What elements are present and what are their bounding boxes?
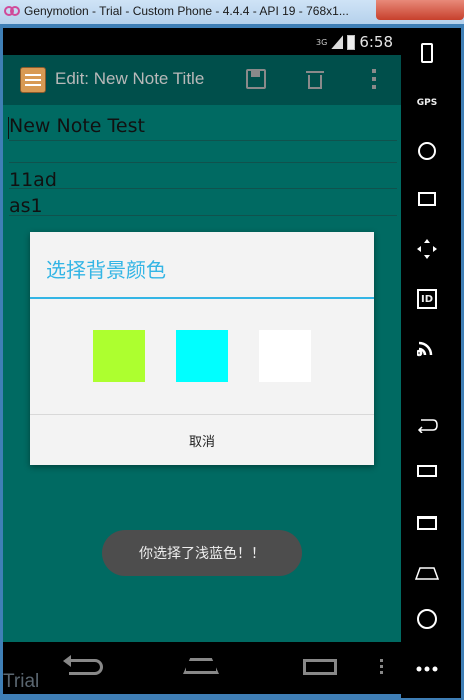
power-icon[interactable]: [415, 608, 439, 630]
overflow-menu-icon[interactable]: [371, 69, 377, 91]
action-bar-title: Edit: New Note Title: [55, 69, 205, 88]
battery-icon[interactable]: [415, 42, 439, 64]
dialog-title-divider: [30, 297, 374, 299]
cancel-button[interactable]: 取消: [30, 415, 374, 465]
save-icon[interactable]: [246, 69, 266, 89]
genymotion-logo-icon: [4, 6, 20, 16]
nav-back-icon[interactable]: [63, 655, 103, 675]
window-close-button[interactable]: [376, 0, 464, 20]
recent-apps-icon[interactable]: [415, 460, 439, 482]
trial-watermark: Trial: [3, 671, 40, 692]
network-type: 3G: [316, 37, 328, 47]
battery-status-icon: [347, 34, 356, 50]
menu-icon[interactable]: [415, 512, 439, 534]
more-icon[interactable]: [415, 658, 439, 680]
gps-icon[interactable]: GPS: [415, 92, 439, 114]
id-icon[interactable]: ID: [415, 288, 439, 310]
nav-home-icon[interactable]: [183, 658, 219, 674]
color-swatch-cyan[interactable]: [176, 330, 228, 382]
signal-icon: [331, 35, 344, 49]
cast-icon[interactable]: [415, 336, 439, 358]
action-bar: Edit: New Note Title: [3, 55, 401, 105]
status-bar: 3G 6:58: [3, 28, 401, 55]
navigation-bar: [3, 642, 401, 694]
home-icon[interactable]: [415, 562, 439, 584]
delete-icon[interactable]: [306, 69, 324, 89]
dialog-title: 选择背景颜色: [46, 258, 166, 282]
ruled-line: [9, 188, 397, 189]
color-swatch-white[interactable]: [259, 330, 311, 382]
color-swatch-green-yellow[interactable]: [93, 330, 145, 382]
window-title-bar[interactable]: Genymotion - Trial - Custom Phone - 4.4.…: [0, 0, 464, 25]
color-picker-dialog: 选择背景颜色 取消: [30, 232, 374, 465]
camera-icon[interactable]: [415, 140, 439, 162]
ruled-line: [9, 215, 397, 216]
note-title-text[interactable]: New Note Test: [9, 115, 145, 137]
note-body-line[interactable]: as1: [9, 195, 43, 217]
back-icon[interactable]: [415, 414, 439, 436]
nav-menu-icon[interactable]: [380, 659, 384, 677]
dpad-icon[interactable]: [415, 238, 439, 260]
capture-icon[interactable]: [415, 188, 439, 210]
nav-recent-apps-icon[interactable]: [303, 659, 337, 675]
status-time: 6:58: [359, 33, 393, 51]
ruled-line: [9, 162, 397, 163]
ruled-line: [9, 140, 397, 141]
genymotion-side-panel: GPS ID: [401, 28, 461, 698]
toast-message: 你选择了浅蓝色！！: [102, 530, 302, 576]
notepad-app-icon[interactable]: [20, 67, 46, 93]
window-title: Genymotion - Trial - Custom Phone - 4.4.…: [24, 4, 349, 18]
